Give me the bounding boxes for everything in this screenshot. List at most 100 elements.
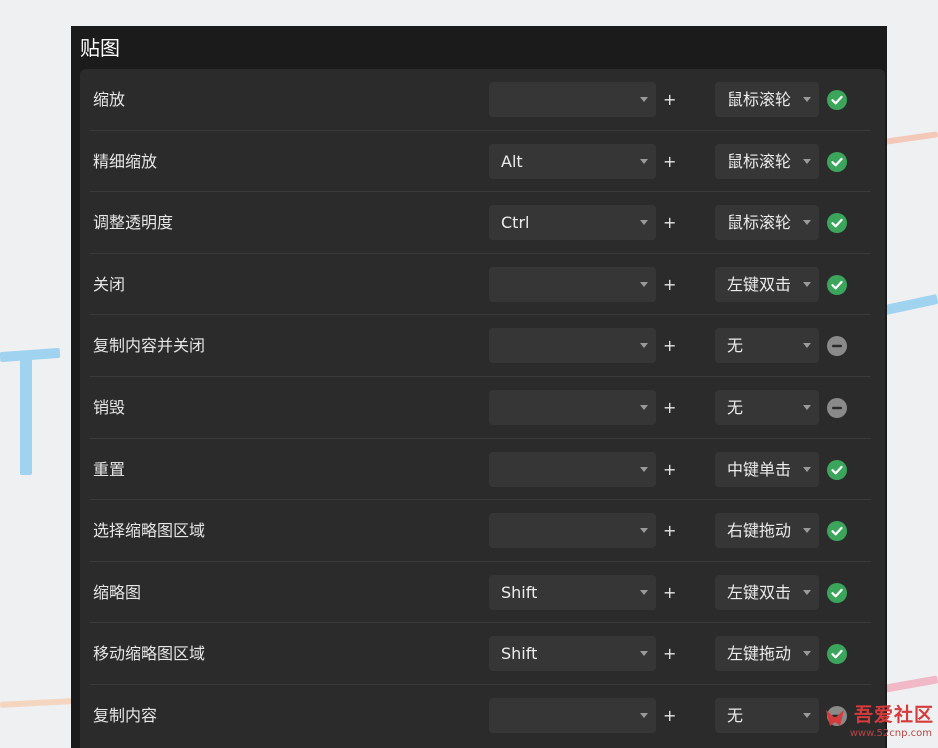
minus-circle-icon[interactable] bbox=[827, 398, 847, 418]
chevron-down-icon bbox=[640, 651, 648, 657]
modifier-key-dropdown[interactable] bbox=[489, 451, 656, 487]
chevron-down-icon bbox=[640, 220, 648, 226]
chevron-down-icon bbox=[640, 343, 648, 349]
mouse-action-dropdown[interactable]: 无 bbox=[715, 390, 819, 425]
mouse-action-dropdown[interactable]: 右键拖动 bbox=[715, 513, 819, 549]
plus-sign: + bbox=[663, 336, 677, 356]
mouse-action-dropdown[interactable]: 无 bbox=[715, 698, 819, 733]
shortcut-label: 销毁 bbox=[93, 398, 126, 417]
plus-sign: + bbox=[663, 213, 677, 233]
pin-settings-panel: 贴图 缩放 + 鼠标滚轮 精细缩放 Alt + 鼠标滚轮 调整透明度 Ctrl + 鼠标滚轮 关闭 + 左… bbox=[71, 26, 887, 748]
modifier-key-dropdown[interactable] bbox=[489, 328, 656, 364]
mouse-action-value: 左键双击 bbox=[727, 274, 792, 294]
plus-sign: + bbox=[663, 521, 677, 541]
watermark-logo-icon bbox=[822, 706, 848, 736]
shortcut-label: 移动缩略图区域 bbox=[93, 644, 206, 664]
plus-sign: + bbox=[663, 274, 677, 294]
section-title: 贴图 bbox=[80, 36, 120, 60]
check-circle-icon[interactable] bbox=[827, 459, 847, 480]
plus-sign: + bbox=[663, 90, 677, 109]
plus-sign: + bbox=[663, 644, 677, 664]
mouse-action-dropdown[interactable]: 鼠标滚轮 bbox=[715, 143, 819, 179]
mouse-action-dropdown[interactable]: 鼠标滚轮 bbox=[715, 205, 819, 241]
chevron-down-icon bbox=[803, 281, 811, 287]
mouse-action-value: 右键拖动 bbox=[727, 521, 792, 541]
minus-circle-icon[interactable] bbox=[827, 336, 847, 357]
plus-sign: + bbox=[663, 459, 677, 479]
mouse-action-dropdown[interactable]: 鼠标滚轮 bbox=[715, 82, 819, 117]
shortcut-label: 精细缩放 bbox=[93, 151, 158, 171]
plus-sign: + bbox=[663, 706, 677, 725]
shortcut-label: 调整透明度 bbox=[93, 213, 174, 233]
check-circle-icon[interactable] bbox=[827, 521, 847, 542]
shortcut-label: 选择缩略图区域 bbox=[93, 521, 206, 541]
chevron-down-icon bbox=[803, 589, 811, 595]
shortcut-row: 缩放 + 鼠标滚轮 bbox=[80, 69, 885, 131]
modifier-key-dropdown[interactable]: Alt bbox=[489, 143, 656, 179]
watermark-url: www.52cnp.com bbox=[849, 728, 932, 739]
shortcut-list: 缩放 + 鼠标滚轮 精细缩放 Alt + 鼠标滚轮 调整透明度 Ctrl + 鼠标滚轮 关闭 + 左键双击… bbox=[80, 69, 885, 748]
chevron-down-icon bbox=[640, 466, 648, 472]
watermark-title: 吾爱社区 bbox=[853, 704, 934, 726]
chevron-down-icon bbox=[803, 158, 811, 164]
check-circle-icon[interactable] bbox=[827, 151, 847, 172]
chevron-down-icon bbox=[640, 158, 648, 164]
modifier-key-value: Ctrl bbox=[501, 213, 530, 233]
mouse-action-dropdown[interactable]: 左键拖动 bbox=[715, 636, 819, 672]
modifier-key-dropdown[interactable]: Shift bbox=[489, 574, 656, 610]
modifier-key-dropdown[interactable] bbox=[489, 390, 656, 425]
chevron-down-icon bbox=[803, 713, 811, 718]
plus-sign: + bbox=[663, 151, 677, 171]
mouse-action-value: 中键单击 bbox=[727, 459, 792, 479]
check-circle-icon[interactable] bbox=[827, 213, 847, 234]
modifier-key-dropdown[interactable] bbox=[489, 698, 656, 733]
chevron-down-icon bbox=[803, 405, 811, 410]
mouse-action-value: 左键拖动 bbox=[727, 644, 792, 664]
mouse-action-value: 鼠标滚轮 bbox=[727, 213, 792, 233]
modifier-key-dropdown[interactable] bbox=[489, 266, 656, 302]
mouse-action-value: 左键双击 bbox=[727, 582, 792, 602]
shortcut-label: 关闭 bbox=[93, 274, 126, 294]
chevron-down-icon bbox=[640, 528, 648, 534]
mouse-action-dropdown[interactable]: 左键双击 bbox=[715, 574, 819, 610]
shortcut-row: 调整透明度 Ctrl + 鼠标滚轮 bbox=[80, 192, 885, 254]
shortcut-row: 选择缩略图区域 + 右键拖动 bbox=[80, 500, 885, 562]
shortcut-label: 复制内容并关闭 bbox=[93, 336, 206, 356]
chevron-down-icon bbox=[803, 466, 811, 472]
chevron-down-icon bbox=[640, 589, 648, 595]
shortcut-label: 重置 bbox=[93, 459, 126, 479]
mouse-action-value: 鼠标滚轮 bbox=[727, 90, 792, 109]
shortcut-row: 复制内容并关闭 + 无 bbox=[80, 315, 885, 377]
shortcut-row: 关闭 + 左键双击 bbox=[80, 254, 885, 316]
shortcut-label: 缩略图 bbox=[93, 582, 142, 602]
shortcut-row: 重置 + 中键单击 bbox=[80, 439, 885, 501]
mouse-action-value: 无 bbox=[727, 706, 744, 725]
mouse-action-dropdown[interactable]: 无 bbox=[715, 328, 819, 364]
chevron-down-icon bbox=[803, 97, 811, 102]
mouse-action-value: 鼠标滚轮 bbox=[727, 151, 792, 171]
mouse-action-value: 无 bbox=[727, 398, 744, 417]
chevron-down-icon bbox=[803, 651, 811, 657]
check-circle-icon[interactable] bbox=[827, 90, 847, 110]
chevron-down-icon bbox=[803, 528, 811, 534]
shortcut-label: 复制内容 bbox=[93, 706, 158, 725]
check-circle-icon[interactable] bbox=[827, 644, 847, 665]
chevron-down-icon bbox=[803, 343, 811, 349]
check-circle-icon[interactable] bbox=[827, 582, 847, 603]
shortcut-row: 精细缩放 Alt + 鼠标滚轮 bbox=[80, 131, 885, 193]
mouse-action-value: 无 bbox=[727, 336, 744, 356]
shortcut-row: 移动缩略图区域 Shift + 左键拖动 bbox=[80, 623, 885, 685]
modifier-key-value: Shift bbox=[501, 644, 538, 664]
modifier-key-dropdown[interactable]: Ctrl bbox=[489, 205, 656, 241]
mouse-action-dropdown[interactable]: 左键双击 bbox=[715, 266, 819, 302]
modifier-key-dropdown[interactable] bbox=[489, 82, 656, 117]
mouse-action-dropdown[interactable]: 中键单击 bbox=[715, 451, 819, 487]
shortcut-row: 缩略图 Shift + 左键双击 bbox=[80, 562, 885, 624]
chevron-down-icon bbox=[640, 281, 648, 287]
modifier-key-dropdown[interactable] bbox=[489, 513, 656, 549]
chevron-down-icon bbox=[803, 220, 811, 226]
modifier-key-dropdown[interactable]: Shift bbox=[489, 636, 656, 672]
chevron-down-icon bbox=[640, 405, 648, 410]
chevron-down-icon bbox=[640, 97, 648, 102]
check-circle-icon[interactable] bbox=[827, 274, 847, 295]
